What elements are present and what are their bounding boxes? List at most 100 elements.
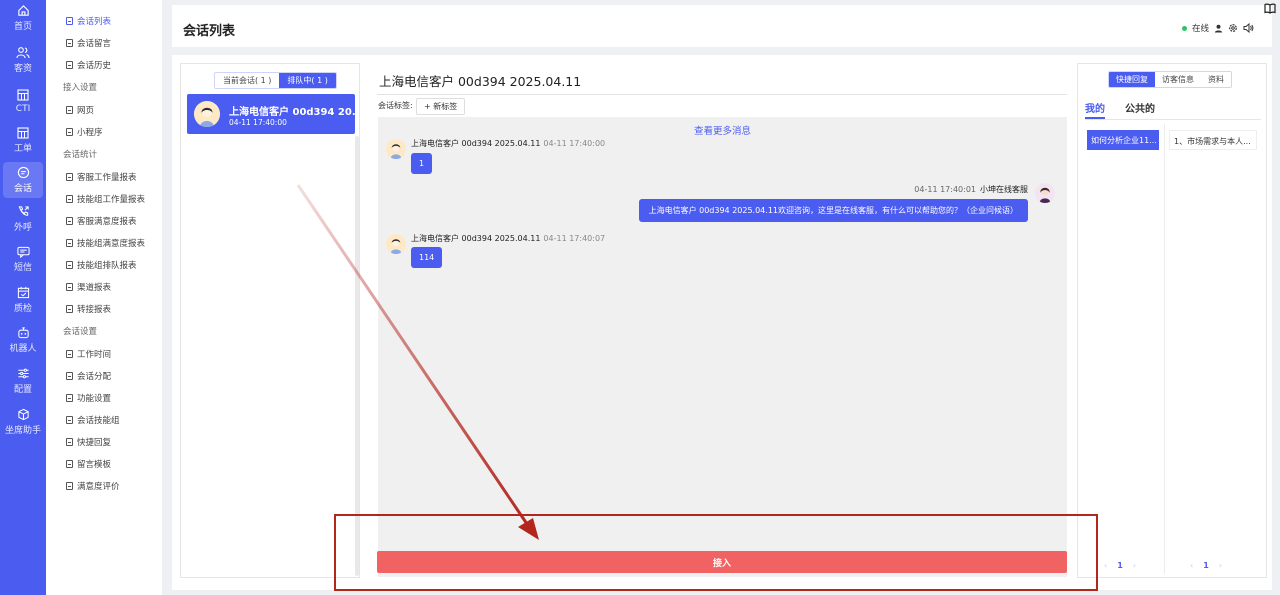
chat-icon — [16, 166, 30, 179]
subnav-item[interactable]: 会话历史 — [66, 59, 111, 71]
add-tag-button[interactable]: + 新标签 — [416, 98, 466, 115]
customer-avatar — [386, 139, 406, 159]
rail-item-4[interactable]: 会话 — [3, 162, 43, 198]
subnav-item-label: 技能组满意度报表 — [77, 239, 146, 249]
speaker-icon[interactable] — [1243, 23, 1254, 33]
accept-button[interactable]: 接入 — [377, 551, 1067, 573]
subnav-item[interactable]: 会话技能组 — [66, 414, 120, 426]
book-icon[interactable] — [1262, 1, 1278, 15]
rail-item-0[interactable]: 首页 — [0, 0, 46, 36]
subnav-item-label: 转接报表 — [77, 305, 112, 315]
subnav-item-label: 技能组排队报表 — [77, 261, 137, 271]
rail-item-10[interactable]: 坐席助手 — [0, 404, 46, 440]
robot-icon — [16, 326, 30, 339]
subnav-group-title: 会话统计 — [63, 150, 98, 160]
subnav-item[interactable]: 客服满意度报表 — [66, 215, 137, 227]
online-status[interactable]: 在线 — [1192, 22, 1209, 34]
conversation-time: 04-11 17:40:00 — [229, 118, 287, 127]
next-page-icon[interactable]: › — [1133, 561, 1136, 570]
page-header: 会话列表 在线 — [172, 5, 1272, 47]
rail-item-5[interactable]: 外呼 — [0, 201, 46, 237]
reply-group-item[interactable]: 如何分析企业11... — [1087, 130, 1159, 150]
conversation-name: 上海电信客户 00d394 20... — [229, 107, 364, 118]
rail-item-1[interactable]: 客资 — [0, 42, 46, 78]
group-pager: ‹ 1 › — [1104, 561, 1136, 570]
message-header: 04-11 17:40:01 小坤在线客服 — [914, 184, 1028, 195]
subnav-item[interactable]: 工作时间 — [66, 348, 111, 360]
document-icon — [66, 61, 73, 69]
next-page-icon[interactable]: › — [1219, 561, 1222, 570]
prev-page-icon[interactable]: ‹ — [1104, 561, 1107, 570]
document-icon — [66, 173, 73, 181]
rail-item-7[interactable]: 质检 — [0, 282, 46, 318]
subnav-item[interactable]: 技能组满意度报表 — [66, 237, 145, 249]
home-icon — [16, 4, 30, 17]
current-page[interactable]: 1 — [1203, 561, 1209, 570]
rail-item-label: 配置 — [13, 385, 32, 395]
document-icon — [66, 416, 73, 424]
subnav-item[interactable]: 会话列表 — [66, 15, 111, 27]
subnav-item[interactable]: 渠道报表 — [66, 281, 111, 293]
subnav-item[interactable]: 会话留言 — [66, 37, 111, 49]
grid-icon — [16, 126, 30, 139]
conversation-list-panel: 当前会话( 1 ) 排队中( 1 ) 上海电信客户 00d394 20... 0… — [180, 63, 363, 578]
subnav-item-label: 会话分配 — [77, 372, 112, 382]
subnav-item[interactable]: 功能设置 — [66, 392, 111, 404]
reply-pager: ‹ 1 › — [1190, 561, 1222, 570]
document-icon — [66, 239, 73, 247]
tab-mine[interactable]: 我的 — [1085, 100, 1105, 119]
tab-current-sessions[interactable]: 当前会话( 1 ) — [215, 73, 280, 88]
tab-quick-reply[interactable]: 快捷回复 — [1109, 72, 1155, 87]
subnav-item-label: 客服满意度报表 — [77, 217, 137, 227]
subnav-item[interactable]: 网页 — [66, 104, 94, 116]
subnav-group-title: 接入设置 — [63, 83, 98, 93]
subnav-item[interactable]: 满意度评价 — [66, 480, 120, 492]
message-sender: 上海电信客户 00d394 2025.04.11 — [411, 139, 541, 148]
current-page[interactable]: 1 — [1117, 561, 1123, 570]
rail-item-3[interactable]: 工单 — [0, 122, 46, 158]
grid-icon — [16, 89, 30, 102]
rail-item-9[interactable]: 配置 — [0, 363, 46, 399]
main-nav-rail: 首页客资 CTI 工单会话外呼短信质检机器人配置坐席助手 — [0, 0, 46, 595]
subnav-item[interactable]: 转接报表 — [66, 303, 111, 315]
subnav-item[interactable]: 客服工作量报表 — [66, 171, 137, 183]
document-icon — [66, 438, 73, 446]
rail-item-label: CTI — [15, 103, 31, 114]
subnav-item[interactable]: 会话分配 — [66, 370, 111, 382]
prev-page-icon[interactable]: ‹ — [1190, 561, 1193, 570]
rail-item-6[interactable]: 短信 — [0, 241, 46, 277]
subnav-item[interactable]: 快捷回复 — [66, 436, 111, 448]
message-time: 04-11 17:40:00 — [543, 139, 606, 148]
rail-item-label: 外呼 — [13, 223, 32, 233]
tab-queue[interactable]: 排队中( 1 ) — [279, 73, 336, 88]
user-icon[interactable] — [1214, 24, 1223, 33]
gear-icon[interactable] — [1228, 23, 1238, 33]
subnav-item[interactable]: 技能组工作量报表 — [66, 193, 145, 205]
subnav-group-title: 会话设置 — [63, 327, 98, 337]
users-icon — [16, 46, 30, 59]
document-icon — [66, 460, 73, 468]
rail-item-label: 工单 — [13, 144, 32, 154]
tab-public[interactable]: 公共的 — [1125, 100, 1155, 119]
message-time: 04-11 17:40:07 — [543, 234, 606, 243]
tags-label: 会话标签: — [378, 101, 413, 110]
sms-icon — [16, 245, 30, 258]
message-time: 04-11 17:40:01 — [914, 185, 976, 194]
load-more-link[interactable]: 查看更多消息 — [378, 123, 1067, 137]
document-icon — [66, 305, 73, 313]
rail-item-2[interactable]: CTI — [0, 83, 46, 119]
tab-visitor-info[interactable]: 访客信息 — [1155, 72, 1201, 87]
subnav-item-label: 会话留言 — [77, 39, 112, 49]
list-scrollbar[interactable] — [355, 136, 359, 576]
reply-item[interactable]: 1、市场需求与本人... — [1169, 130, 1257, 150]
document-icon — [66, 482, 73, 490]
conversation-item[interactable]: 上海电信客户 00d394 20... 04-11 17:40:00 — [187, 94, 363, 134]
subnav-item[interactable]: 技能组排队报表 — [66, 259, 137, 271]
subnav-item[interactable]: 留言模板 — [66, 458, 111, 470]
document-icon — [66, 217, 73, 225]
rail-item-8[interactable]: 机器人 — [0, 322, 46, 358]
tab-materials[interactable]: 资料 — [1201, 72, 1231, 87]
rail-item-label: 质检 — [13, 304, 32, 314]
subnav-item[interactable]: 小程序 — [66, 126, 103, 138]
subnav-item-label: 工作时间 — [77, 350, 112, 360]
